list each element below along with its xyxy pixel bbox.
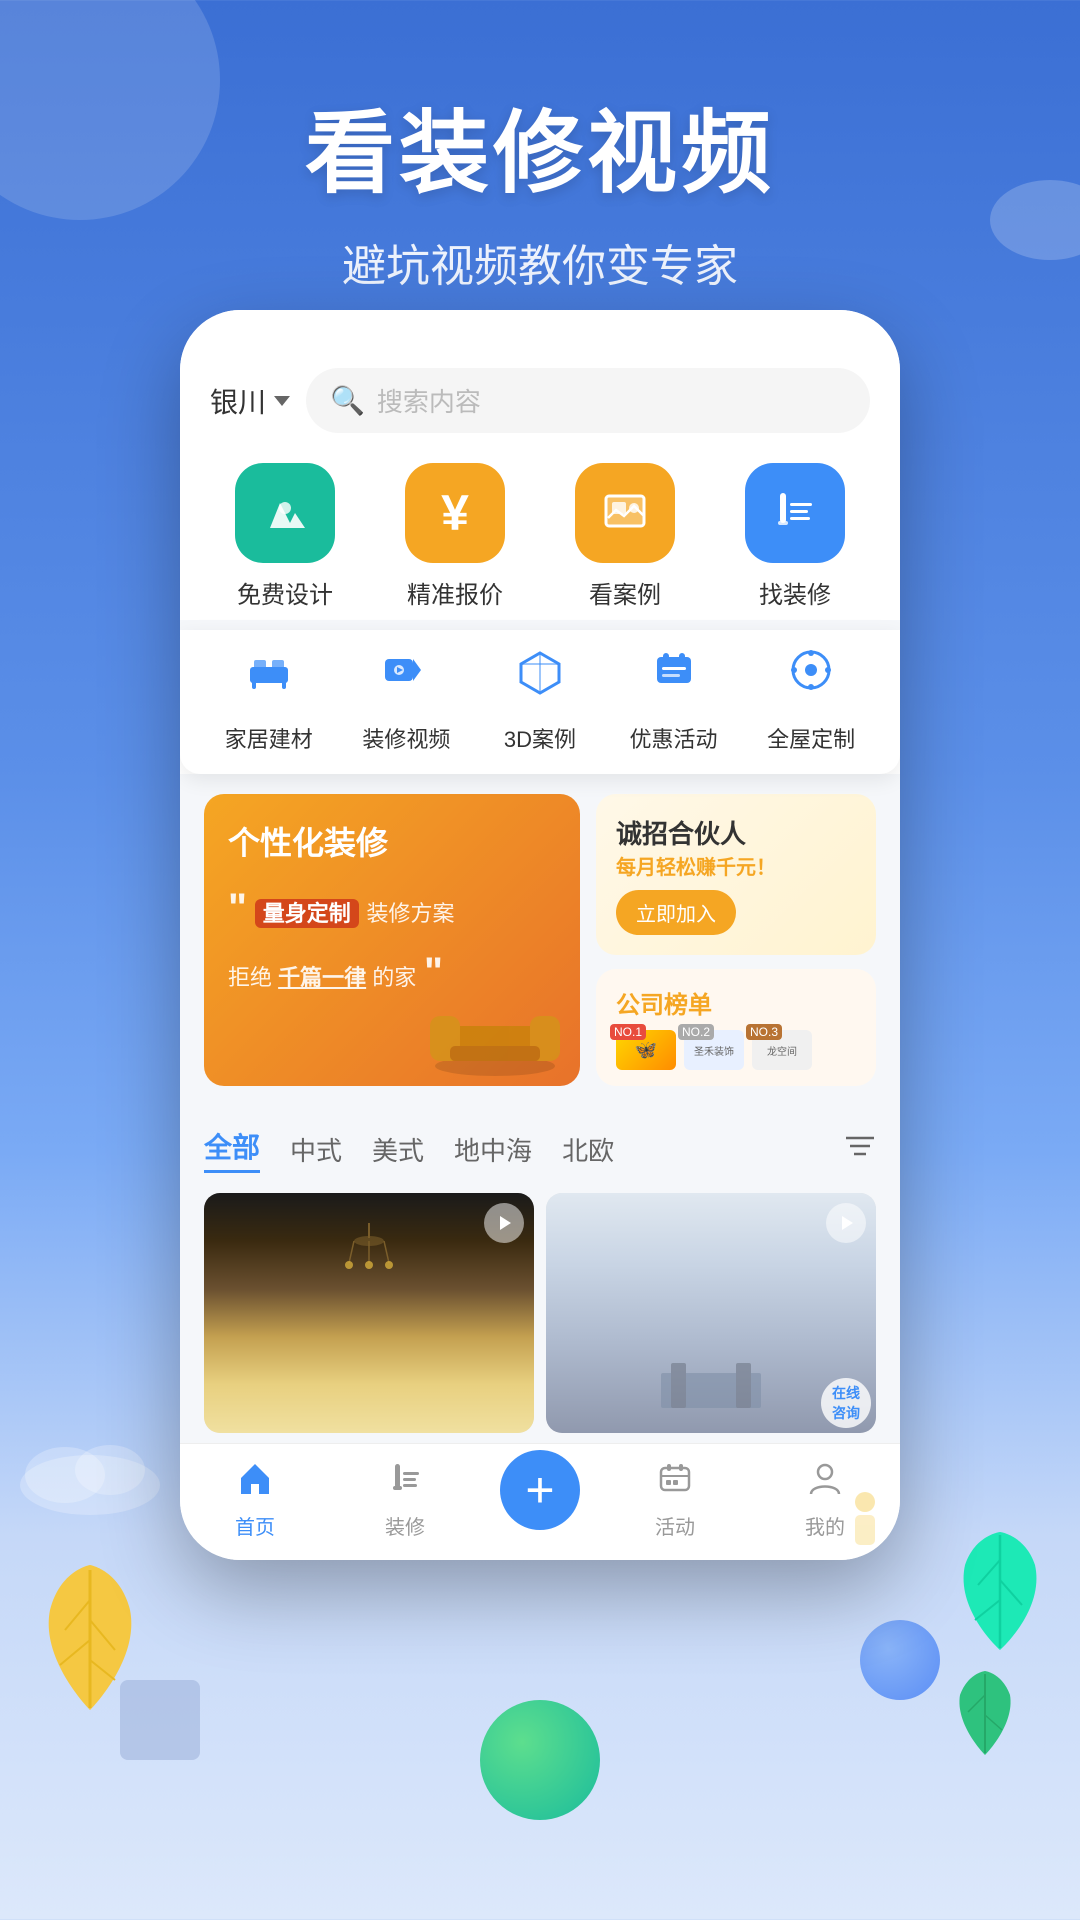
- nav-decoration-label: 装修: [385, 1511, 425, 1540]
- sub-title: 避坑视频教你变专家: [0, 230, 1080, 294]
- cat-icon-promo: [634, 630, 714, 710]
- cat-item-3d[interactable]: 3D案例: [500, 630, 580, 754]
- cat-item-price[interactable]: ¥ 精准报价: [370, 463, 540, 610]
- room-card-2[interactable]: 在线咨询: [546, 1193, 876, 1433]
- bottom-nav: 首页 装修 + 活动 我的: [180, 1443, 900, 1560]
- deco-sphere-bottom: [480, 1700, 600, 1820]
- header-section: 看装修视频 避坑视频教你变专家: [0, 0, 1080, 294]
- cat-label-decoration: 找装修: [759, 575, 831, 610]
- cat-label-design: 免费设计: [237, 575, 333, 610]
- banner-left-content: " 量身定制 装修方案 拒绝 千篇一律 的家 ": [228, 876, 556, 1004]
- banner-section: 个性化装修 " 量身定制 装修方案 拒绝 千篇一律 的家 ": [180, 774, 900, 1106]
- nav-events-label: 活动: [655, 1511, 695, 1540]
- nav-events[interactable]: 活动: [600, 1460, 750, 1540]
- cat-item-promo[interactable]: 优惠活动: [630, 630, 718, 754]
- rank-logo-2: NO.2 圣禾装饰: [684, 1030, 744, 1070]
- cat-icon-custom: [771, 630, 851, 710]
- image-grid: 在线咨询: [180, 1183, 900, 1443]
- add-button[interactable]: +: [500, 1450, 580, 1530]
- cat-icon-video: [366, 630, 446, 710]
- cat-label-3d: 3D案例: [504, 722, 576, 754]
- cat-item-decoration[interactable]: 找装修: [710, 463, 880, 610]
- cat-icon-decoration: [745, 463, 845, 563]
- cat-icon-design: [235, 463, 335, 563]
- decoration-icon: [387, 1460, 423, 1505]
- cat-icon-cases: [575, 463, 675, 563]
- room-interior: [651, 1353, 771, 1413]
- join-button[interactable]: 立即加入: [616, 890, 736, 935]
- filter-icon[interactable]: [844, 1132, 876, 1167]
- banner-left-title: 个性化装修: [228, 818, 556, 864]
- consult-label: 在线咨询: [832, 1383, 860, 1423]
- deco-cloud-left: [10, 1430, 170, 1520]
- location-button[interactable]: 银川: [210, 381, 290, 421]
- cat-label-custom: 全屋定制: [767, 722, 855, 754]
- tab-chinese[interactable]: 中式: [290, 1131, 342, 1168]
- phone-mockup: 银川 🔍 搜索内容 免费设计 ¥ 精准报价 看案例: [180, 310, 900, 1560]
- partner-title: 诚招合伙人: [616, 814, 856, 851]
- consult-bubble[interactable]: 在线咨询: [821, 1378, 871, 1428]
- sofa-illustration: [420, 996, 570, 1076]
- play-icon-2: [826, 1203, 866, 1243]
- search-area: 银川 🔍 搜索内容: [180, 340, 900, 433]
- cat-item-design[interactable]: 免费设计: [200, 463, 370, 610]
- person-illustration: [840, 1490, 890, 1555]
- cat-label-price: 精准报价: [407, 575, 503, 610]
- cat-label-cases: 看案例: [589, 575, 661, 610]
- nav-profile-label: 我的: [805, 1511, 845, 1540]
- rank-title: 公司榜单: [616, 985, 856, 1020]
- cat-label-video: 装修视频: [362, 722, 450, 754]
- location-text: 银川: [210, 381, 266, 421]
- cat-icon-price: ¥: [405, 463, 505, 563]
- banner-partner[interactable]: 诚招合伙人 每月轻松赚千元！ 立即加入: [596, 794, 876, 955]
- nav-add: +: [500, 1470, 580, 1530]
- nav-home[interactable]: 首页: [180, 1460, 330, 1540]
- deco-leaf-green: [950, 1670, 1020, 1760]
- chevron-down-icon: [274, 396, 290, 406]
- cat-label-furniture: 家居建材: [225, 722, 313, 754]
- room-card-1[interactable]: [204, 1193, 534, 1433]
- banner-right: 诚招合伙人 每月轻松赚千元！ 立即加入 公司榜单 NO.1 🦋: [596, 794, 876, 1086]
- tab-american[interactable]: 美式: [372, 1131, 424, 1168]
- cat-item-furniture[interactable]: 家居建材: [225, 630, 313, 754]
- search-bar[interactable]: 🔍 搜索内容: [306, 368, 870, 433]
- tab-all[interactable]: 全部: [204, 1126, 260, 1173]
- search-placeholder: 搜索内容: [377, 382, 481, 419]
- category-row-1: 免费设计 ¥ 精准报价 看案例 找装修: [180, 433, 900, 620]
- rank-logo-1: NO.1 🦋: [616, 1030, 676, 1070]
- search-icon: 🔍: [330, 384, 365, 417]
- cat-icon-3d: [500, 630, 580, 710]
- category-row-2: 家居建材 装修视频 3D案例 优惠活动: [190, 630, 890, 754]
- tab-nordic[interactable]: 北欧: [562, 1131, 614, 1168]
- partner-sub: 每月轻松赚千元！: [616, 851, 856, 880]
- rank-logos: NO.1 🦋 NO.2 圣禾装饰 NO.3 龙空间: [616, 1030, 856, 1070]
- cat-item-custom[interactable]: 全屋定制: [767, 630, 855, 754]
- cat-label-promo: 优惠活动: [630, 722, 718, 754]
- profile-icon: [807, 1460, 843, 1505]
- events-icon: [657, 1460, 693, 1505]
- play-icon-1: [484, 1203, 524, 1243]
- nav-home-label: 首页: [235, 1511, 275, 1540]
- tab-mediterranean[interactable]: 地中海: [454, 1131, 532, 1168]
- cat-item-cases[interactable]: 看案例: [540, 463, 710, 610]
- home-icon: [237, 1460, 273, 1505]
- deco-leaf-cyan: [950, 1530, 1050, 1660]
- rank-logo-3: NO.3 龙空间: [752, 1030, 812, 1070]
- banner-rank[interactable]: 公司榜单 NO.1 🦋 NO.2 圣禾装饰 NO.3 龙空间: [596, 969, 876, 1086]
- cat-icon-furniture: [229, 630, 309, 710]
- main-title: 看装修视频: [0, 80, 1080, 210]
- banner-left[interactable]: 个性化装修 " 量身定制 装修方案 拒绝 千篇一律 的家 ": [204, 794, 580, 1086]
- nav-decoration[interactable]: 装修: [330, 1460, 480, 1540]
- deco-cube: [120, 1680, 200, 1760]
- cat-item-video[interactable]: 装修视频: [362, 630, 450, 754]
- chandelier-illustration: [329, 1223, 409, 1283]
- style-tabs: 全部 中式 美式 地中海 北欧: [180, 1106, 900, 1183]
- deco-sphere-right: [860, 1620, 940, 1700]
